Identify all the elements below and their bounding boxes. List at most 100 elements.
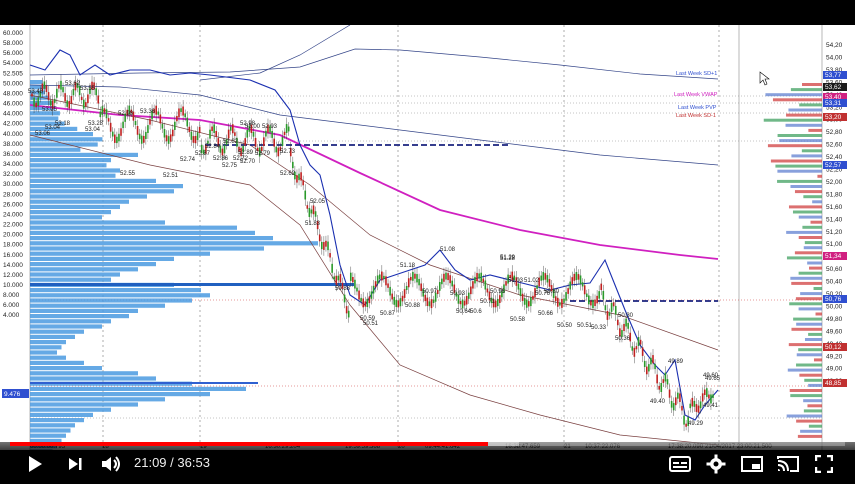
- progress-bar[interactable]: [10, 442, 845, 446]
- right-profile-bar: [796, 419, 822, 423]
- candle-body: [174, 121, 176, 130]
- right-profile-bar: [765, 93, 822, 97]
- candle-body: [517, 283, 520, 290]
- candle-body: [623, 323, 625, 332]
- candle-body: [163, 129, 166, 138]
- candle-body: [467, 292, 470, 299]
- candle-body: [325, 240, 327, 247]
- candle-body: [610, 302, 613, 312]
- left-axis-tick: 36.000: [3, 151, 23, 158]
- candle-body: [559, 302, 561, 306]
- candle-body: [378, 274, 381, 280]
- right-profile-bar: [802, 225, 822, 229]
- profile-bar: [30, 407, 111, 412]
- fullscreen-button[interactable]: [812, 454, 836, 474]
- right-profile-bar: [796, 363, 822, 367]
- swing-label: 51.29: [500, 255, 516, 261]
- cast-button[interactable]: [774, 454, 802, 474]
- right-profile-bar: [798, 236, 822, 239]
- left-axis-tick: 48.000: [3, 90, 23, 97]
- candle-body: [494, 300, 497, 308]
- fullscreen-icon: [815, 455, 833, 473]
- candle-body: [594, 299, 596, 306]
- candle-body: [395, 299, 398, 307]
- candle-body: [223, 145, 226, 154]
- candle-body: [486, 288, 489, 293]
- swing-label: 50.30: [618, 313, 634, 319]
- left-axis-tick: 14.000: [3, 262, 23, 269]
- candle-body: [165, 135, 168, 142]
- candle-body: [45, 85, 48, 93]
- candle-body: [389, 286, 391, 296]
- candle-body: [525, 299, 528, 308]
- candle-body: [312, 205, 315, 215]
- profile-bar: [30, 386, 246, 391]
- candle-body: [443, 273, 445, 282]
- right-profile-bar: [790, 185, 822, 188]
- price-badge: 52,57: [823, 161, 847, 169]
- volume-icon: [102, 456, 120, 472]
- profile-bar: [30, 220, 165, 225]
- candle-body: [296, 175, 298, 183]
- candle-body: [161, 123, 164, 129]
- candle-body: [97, 95, 100, 104]
- play-button[interactable]: [24, 454, 46, 474]
- candle-body: [287, 126, 290, 132]
- profile-bar: [30, 314, 129, 319]
- price-badge-text: 53,31: [825, 100, 842, 107]
- candle-body: [554, 296, 557, 302]
- miniplayer-button[interactable]: [740, 454, 764, 474]
- candle-body: [666, 379, 669, 385]
- candle-body: [664, 372, 667, 382]
- profile-bar: [30, 397, 165, 402]
- candle-body: [171, 129, 174, 137]
- candle-body: [590, 300, 592, 306]
- candle-body: [56, 88, 58, 98]
- candle-body: [637, 337, 640, 346]
- candle-body: [643, 360, 646, 368]
- subtitles-button[interactable]: [668, 454, 692, 474]
- candle-body: [105, 109, 108, 119]
- swing-label: 53.00: [245, 124, 261, 130]
- candle-body: [58, 84, 60, 89]
- profile-bar: [30, 80, 43, 85]
- candle-body: [82, 99, 85, 109]
- right-profile-bar: [785, 123, 822, 127]
- profile-bar: [30, 303, 165, 308]
- candle-body: [407, 278, 410, 288]
- next-button[interactable]: [64, 454, 86, 474]
- volume-button[interactable]: [98, 454, 124, 474]
- candle-body: [645, 366, 648, 375]
- candle-body: [37, 97, 40, 107]
- swing-label: 52.73: [280, 149, 296, 155]
- candle-body: [544, 273, 547, 280]
- profile-bar: [30, 340, 66, 345]
- candle-body: [300, 172, 302, 181]
- candle-body: [472, 281, 474, 289]
- candle-body: [209, 129, 211, 139]
- price-badge: 53,20: [823, 113, 847, 121]
- right-profile-bar: [795, 297, 822, 301]
- video-frame[interactable]: 53.48 53.62 53.55 53.06 53.25 53.18 53.28 53.04…: [0, 25, 855, 450]
- candle-body: [213, 124, 215, 133]
- candle-body: [211, 126, 213, 132]
- left-axis-tick: 54.000: [3, 60, 23, 67]
- progress-fill: [10, 442, 489, 446]
- left-axis-tick: 34.000: [3, 161, 23, 168]
- candle-body: [708, 394, 710, 399]
- profile-bar: [30, 355, 66, 360]
- candle-body: [484, 280, 487, 290]
- candle-body: [53, 98, 56, 103]
- candle-body: [567, 288, 569, 294]
- settings-button[interactable]: [704, 454, 728, 474]
- left-axis-tick: 60.000: [3, 30, 23, 37]
- profile-bar: [30, 246, 264, 251]
- left-axis-tick: 4.000: [3, 312, 20, 319]
- candle-body: [641, 347, 644, 356]
- candle-body: [600, 283, 603, 290]
- candle-body: [627, 322, 629, 329]
- profile-bar: [30, 350, 57, 355]
- candle-body: [391, 293, 393, 300]
- candle-body: [234, 132, 236, 136]
- candle-body: [343, 294, 346, 303]
